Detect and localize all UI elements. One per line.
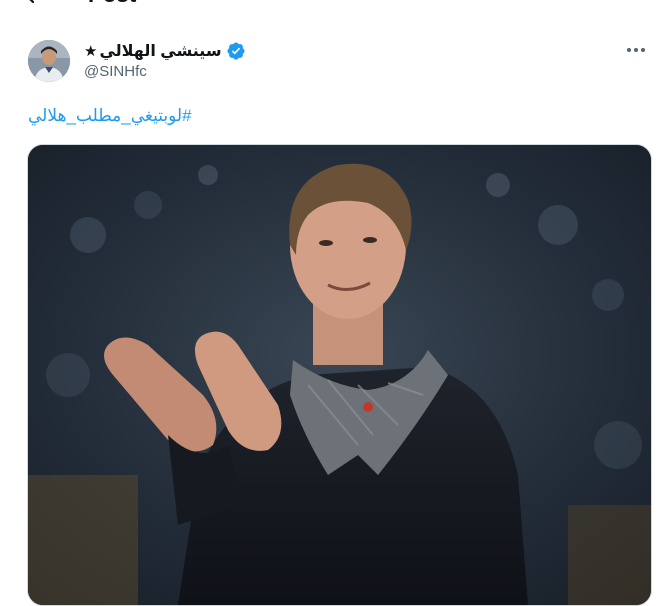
back-arrow-icon[interactable] [24,0,44,6]
more-options-icon[interactable] [624,40,648,60]
top-bar: Post [0,0,665,10]
star-glyph: ★ [84,43,98,60]
hashtag-link[interactable]: #لوبتيغي_مطلب_هلالي [28,106,192,125]
page-title: Post [88,0,136,8]
avatar[interactable] [28,40,70,82]
post-header: ★ سينشي الهلالي @SINHfc [28,40,648,84]
author-name-row[interactable]: ★ سينشي الهلالي [84,41,246,61]
author-display-name[interactable]: سينشي الهلالي [99,41,221,61]
tweet-text: #لوبتيغي_مطلب_هلالي [28,106,192,126]
post-image[interactable] [27,144,652,606]
author-handle[interactable]: @SINHfc [84,63,147,80]
verified-badge-icon [226,41,246,61]
